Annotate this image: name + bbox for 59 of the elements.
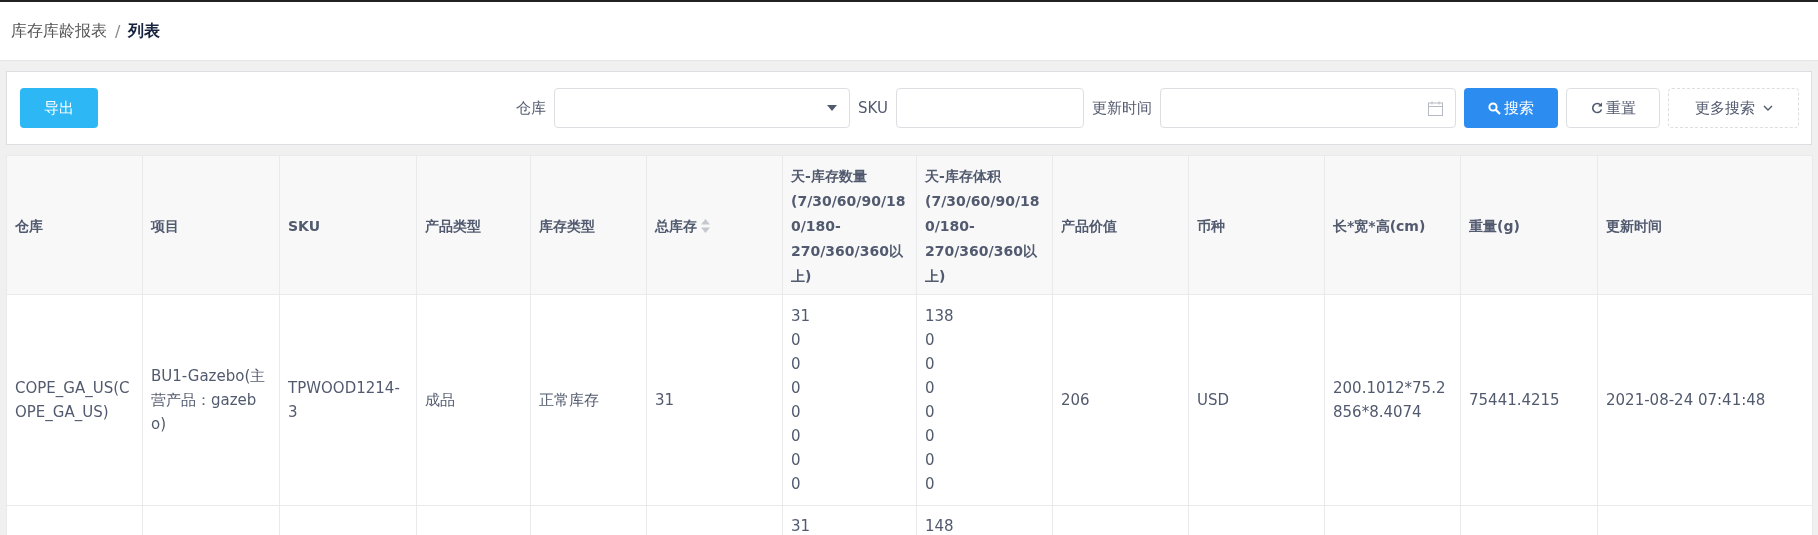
column-header: SKU (288, 217, 321, 234)
table-cell-text: 0 (791, 402, 802, 423)
table-cell-text: 75441.4215 (1469, 390, 1561, 411)
column-header: 总库存 (655, 217, 697, 234)
refresh-icon (1590, 102, 1603, 114)
table-cell-text: 0 (925, 450, 936, 471)
table-cell-text: 31 (791, 306, 812, 327)
column-header: 币种 (1197, 217, 1225, 234)
table-cell-text: 0 (925, 474, 936, 495)
filter-label: 仓库 (516, 98, 547, 118)
filter-label: 更新时间 (1092, 98, 1152, 118)
input-field[interactable] (896, 88, 1084, 128)
column-header: 产品价值 (1061, 217, 1117, 234)
chevron-down-icon (1762, 105, 1773, 111)
table-cell-text: 0 (925, 378, 936, 399)
breadcrumb-link[interactable]: 库存库龄报表 (11, 20, 107, 42)
column-header: 产品类型 (425, 217, 481, 234)
table-cell-text: 2021-08-24 07:41:48 (1606, 390, 1767, 411)
column-header: 重量(g) (1469, 217, 1520, 234)
table-cell-text: COPE_GA_US(COPE_GA_US) (15, 378, 131, 423)
table-cell-text: 正常库存 (539, 390, 600, 411)
table-cell-text: 0 (791, 354, 802, 375)
column-header: 天-库存数量 (7/30/60/90/180/180-270/360/360以上) (791, 167, 906, 284)
table-cell-text: TPWOOD1214-3 (288, 378, 401, 423)
more-search-button[interactable]: 更多搜索 (1668, 88, 1799, 128)
date-field[interactable] (1160, 88, 1456, 128)
table-cell-text: 成品 (425, 390, 456, 411)
table-cell-text: 0 (925, 354, 936, 375)
table-cell-text: 200.1012*75.2856*8.4074 (1333, 378, 1447, 423)
column-header: 项目 (151, 217, 179, 234)
search-icon (1488, 101, 1501, 115)
column-header: 仓库 (15, 217, 43, 234)
reset-button[interactable]: 重置 (1566, 88, 1660, 128)
sort-icon[interactable] (701, 218, 710, 233)
table-cell-text: 0 (791, 378, 802, 399)
breadcrumb-current: 列表 (128, 20, 161, 42)
column-header: 库存类型 (539, 217, 595, 234)
table-cell-text: 206 (1061, 390, 1091, 411)
table-cell-text: 148 (925, 516, 955, 535)
select-field[interactable] (554, 88, 851, 128)
column-header: 天-库存体积 (7/30/60/90/180/180-270/360/360以上) (925, 167, 1040, 284)
table-cell-text: BU1-Gazebo(主营产品：gazebo) (151, 366, 267, 435)
table-cell-text: 31 (791, 516, 812, 535)
breadcrumb-separator: / (115, 21, 121, 41)
table-cell-text: 0 (925, 330, 936, 351)
filter-label: SKU (858, 99, 888, 117)
table-cell-text: 138 (925, 306, 955, 327)
table-cell-text: 0 (791, 426, 802, 447)
table-cell-text: 31 (655, 390, 676, 411)
table-cell-text: USD (1197, 390, 1231, 411)
column-header: 更新时间 (1606, 217, 1662, 234)
calendar-icon (1428, 100, 1443, 116)
column-header: 长*宽*高(cm) (1333, 217, 1426, 234)
table-cell-text: 0 (791, 330, 802, 351)
caret-icon (827, 105, 838, 111)
table-cell-text: 0 (925, 426, 936, 447)
table-cell-text: 0 (791, 474, 802, 495)
table-cell-text: 0 (925, 402, 936, 423)
table-cell-text: 0 (791, 450, 802, 471)
